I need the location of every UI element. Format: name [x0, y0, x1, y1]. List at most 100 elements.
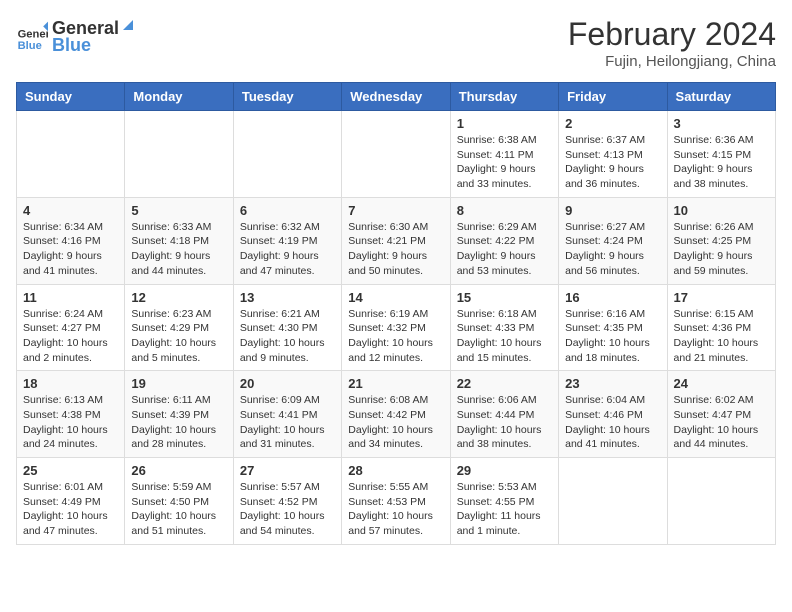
day-info: Sunrise: 6:21 AMSunset: 4:30 PMDaylight:… — [240, 307, 335, 366]
week-row-2: 11Sunrise: 6:24 AMSunset: 4:27 PMDayligh… — [17, 284, 776, 371]
day-number: 21 — [348, 376, 443, 391]
week-row-1: 4Sunrise: 6:34 AMSunset: 4:16 PMDaylight… — [17, 197, 776, 284]
day-info: Sunrise: 6:37 AMSunset: 4:13 PMDaylight:… — [565, 133, 660, 192]
day-info: Sunrise: 6:38 AMSunset: 4:11 PMDaylight:… — [457, 133, 552, 192]
weekday-header-tuesday: Tuesday — [233, 83, 341, 111]
calendar-cell — [125, 111, 233, 198]
day-info: Sunrise: 5:59 AMSunset: 4:50 PMDaylight:… — [131, 480, 226, 539]
day-number: 8 — [457, 203, 552, 218]
day-info: Sunrise: 5:53 AMSunset: 4:55 PMDaylight:… — [457, 480, 552, 539]
day-number: 20 — [240, 376, 335, 391]
calendar-cell: 11Sunrise: 6:24 AMSunset: 4:27 PMDayligh… — [17, 284, 125, 371]
calendar-cell: 27 Sunrise: 5:57 AMSunset: 4:52 PMDayligh… — [233, 458, 341, 545]
calendar-cell: 14 Sunrise: 6:19 AMSunset: 4:32 PMDayligh… — [342, 284, 450, 371]
svg-text:Blue: Blue — [18, 40, 42, 52]
day-number: 24 — [674, 376, 769, 391]
calendar-cell: 28Sunrise: 5:55 AMSunset: 4:53 PMDayligh… — [342, 458, 450, 545]
calendar-cell: 22 Sunrise: 6:06 AMSunset: 4:44 PMDayligh… — [450, 371, 558, 458]
day-number: 29 — [457, 463, 552, 478]
week-row-4: 25 Sunrise: 6:01 AMSunset: 4:49 PMDayligh… — [17, 458, 776, 545]
day-number: 23 — [565, 376, 660, 391]
calendar-cell: 7Sunrise: 6:30 AMSunset: 4:21 PMDaylight… — [342, 197, 450, 284]
day-number: 7 — [348, 203, 443, 218]
day-info: Sunrise: 6:33 AMSunset: 4:18 PMDaylight:… — [131, 220, 226, 279]
day-info: Sunrise: 6:27 AMSunset: 4:24 PMDaylight:… — [565, 220, 660, 279]
day-info: Sunrise: 6:08 AMSunset: 4:42 PMDaylight:… — [348, 393, 443, 452]
day-number: 19 — [131, 376, 226, 391]
calendar-cell: 9 Sunrise: 6:27 AMSunset: 4:24 PMDaylight… — [559, 197, 667, 284]
day-number: 17 — [674, 290, 769, 305]
calendar-cell: 25 Sunrise: 6:01 AMSunset: 4:49 PMDayligh… — [17, 458, 125, 545]
day-info: Sunrise: 6:06 AMSunset: 4:44 PMDaylight:… — [457, 393, 552, 452]
day-info: Sunrise: 6:16 AMSunset: 4:35 PMDaylight:… — [565, 307, 660, 366]
weekday-header-monday: Monday — [125, 83, 233, 111]
day-number: 28 — [348, 463, 443, 478]
day-number: 2 — [565, 116, 660, 131]
calendar-cell: 12Sunrise: 6:23 AMSunset: 4:29 PMDayligh… — [125, 284, 233, 371]
day-info: Sunrise: 6:15 AMSunset: 4:36 PMDaylight:… — [674, 307, 769, 366]
day-info: Sunrise: 6:02 AMSunset: 4:47 PMDaylight:… — [674, 393, 769, 452]
day-number: 25 — [23, 463, 118, 478]
calendar-cell: 24 Sunrise: 6:02 AMSunset: 4:47 PMDayligh… — [667, 371, 775, 458]
day-number: 4 — [23, 203, 118, 218]
weekday-header-row: SundayMondayTuesdayWednesdayThursdayFrid… — [17, 83, 776, 111]
day-info: Sunrise: 5:57 AMSunset: 4:52 PMDaylight:… — [240, 480, 335, 539]
calendar-cell — [559, 458, 667, 545]
calendar-cell: 4Sunrise: 6:34 AMSunset: 4:16 PMDaylight… — [17, 197, 125, 284]
day-info: Sunrise: 6:24 AMSunset: 4:27 PMDaylight:… — [23, 307, 118, 366]
day-info: Sunrise: 6:19 AMSunset: 4:32 PMDaylight:… — [348, 307, 443, 366]
day-number: 12 — [131, 290, 226, 305]
day-number: 18 — [23, 376, 118, 391]
day-number: 15 — [457, 290, 552, 305]
day-number: 1 — [457, 116, 552, 131]
day-number: 27 — [240, 463, 335, 478]
calendar-cell — [342, 111, 450, 198]
location: Fujin, Heilongjiang, China — [568, 53, 776, 70]
day-info: Sunrise: 6:32 AMSunset: 4:19 PMDaylight:… — [240, 220, 335, 279]
calendar-cell: 3 Sunrise: 6:36 AMSunset: 4:15 PMDaylight… — [667, 111, 775, 198]
calendar-cell: 21 Sunrise: 6:08 AMSunset: 4:42 PMDayligh… — [342, 371, 450, 458]
day-info: Sunrise: 6:13 AMSunset: 4:38 PMDaylight:… — [23, 393, 118, 452]
weekday-header-sunday: Sunday — [17, 83, 125, 111]
day-info: Sunrise: 6:26 AMSunset: 4:25 PMDaylight:… — [674, 220, 769, 279]
logo-icon: General Blue — [16, 20, 48, 52]
page-header: General Blue General Blue February 2024 … — [16, 16, 776, 70]
day-info: Sunrise: 6:29 AMSunset: 4:22 PMDaylight:… — [457, 220, 552, 279]
calendar-cell: 18 Sunrise: 6:13 AMSunset: 4:38 PMDayligh… — [17, 371, 125, 458]
calendar-cell: 17 Sunrise: 6:15 AMSunset: 4:36 PMDayligh… — [667, 284, 775, 371]
calendar-cell — [667, 458, 775, 545]
day-number: 16 — [565, 290, 660, 305]
weekday-header-saturday: Saturday — [667, 83, 775, 111]
day-info: Sunrise: 6:04 AMSunset: 4:46 PMDaylight:… — [565, 393, 660, 452]
day-number: 26 — [131, 463, 226, 478]
title-block: February 2024 Fujin, Heilongjiang, China — [568, 16, 776, 70]
day-number: 3 — [674, 116, 769, 131]
day-number: 9 — [565, 203, 660, 218]
week-row-0: 1 Sunrise: 6:38 AMSunset: 4:11 PMDaylight… — [17, 111, 776, 198]
day-number: 14 — [348, 290, 443, 305]
day-number: 5 — [131, 203, 226, 218]
day-number: 22 — [457, 376, 552, 391]
week-row-3: 18 Sunrise: 6:13 AMSunset: 4:38 PMDayligh… — [17, 371, 776, 458]
day-info: Sunrise: 6:36 AMSunset: 4:15 PMDaylight:… — [674, 133, 769, 192]
calendar-cell: 1 Sunrise: 6:38 AMSunset: 4:11 PMDaylight… — [450, 111, 558, 198]
calendar-cell: 16 Sunrise: 6:16 AMSunset: 4:35 PMDayligh… — [559, 284, 667, 371]
day-number: 6 — [240, 203, 335, 218]
logo: General Blue General Blue — [16, 16, 137, 56]
calendar-cell: 13 Sunrise: 6:21 AMSunset: 4:30 PMDayligh… — [233, 284, 341, 371]
calendar-cell: 29 Sunrise: 5:53 AMSunset: 4:55 PMDayligh… — [450, 458, 558, 545]
calendar-cell: 8 Sunrise: 6:29 AMSunset: 4:22 PMDaylight… — [450, 197, 558, 284]
calendar-cell: 23 Sunrise: 6:04 AMSunset: 4:46 PMDayligh… — [559, 371, 667, 458]
day-number: 10 — [674, 203, 769, 218]
weekday-header-friday: Friday — [559, 83, 667, 111]
calendar-cell: 20Sunrise: 6:09 AMSunset: 4:41 PMDayligh… — [233, 371, 341, 458]
logo-triangle-icon — [119, 16, 137, 34]
calendar-cell: 10 Sunrise: 6:26 AMSunset: 4:25 PMDayligh… — [667, 197, 775, 284]
calendar-cell: 5 Sunrise: 6:33 AMSunset: 4:18 PMDaylight… — [125, 197, 233, 284]
day-number: 13 — [240, 290, 335, 305]
calendar-cell: 19 Sunrise: 6:11 AMSunset: 4:39 PMDayligh… — [125, 371, 233, 458]
weekday-header-wednesday: Wednesday — [342, 83, 450, 111]
day-info: Sunrise: 6:01 AMSunset: 4:49 PMDaylight:… — [23, 480, 118, 539]
month-year: February 2024 — [568, 16, 776, 53]
day-info: Sunrise: 6:11 AMSunset: 4:39 PMDaylight:… — [131, 393, 226, 452]
